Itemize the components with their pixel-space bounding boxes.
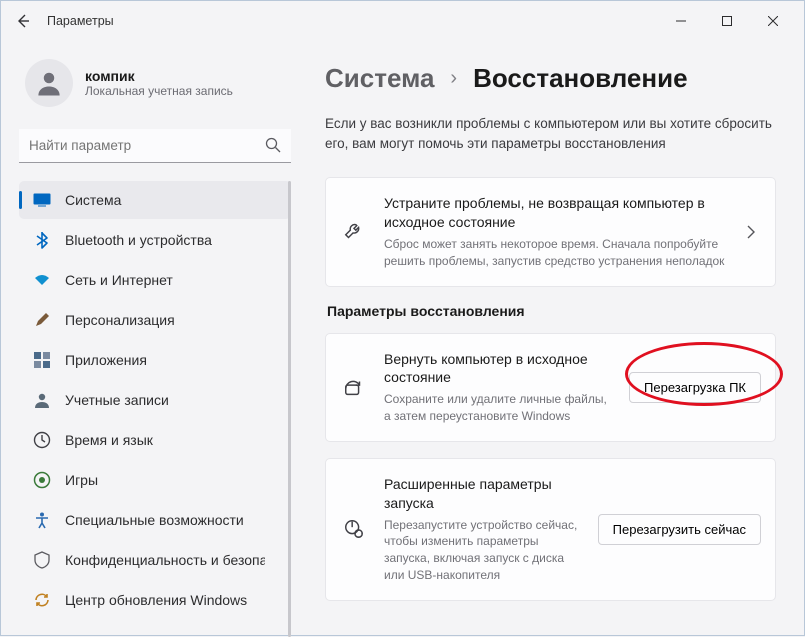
update-icon	[33, 591, 51, 609]
nav-label: Сеть и Интернет	[65, 272, 173, 288]
breadcrumb: Система › Восстановление	[325, 63, 776, 94]
sidebar: компик Локальная учетная запись Система …	[1, 41, 301, 637]
close-button[interactable]	[750, 5, 796, 37]
nav-list: Система Bluetooth и устройства Сеть и Ин…	[19, 181, 291, 619]
main-content: Система › Восстановление Если у вас возн…	[301, 41, 804, 637]
chevron-right-icon	[741, 225, 761, 239]
brush-icon	[33, 311, 51, 329]
search-box[interactable]	[19, 129, 291, 163]
display-icon	[33, 191, 51, 209]
nav-label: Система	[65, 192, 121, 208]
power-gear-icon	[340, 518, 368, 540]
window-title: Параметры	[47, 14, 114, 28]
search-input[interactable]	[19, 129, 291, 163]
sidebar-scrollbar[interactable]	[288, 181, 291, 637]
nav-label: Игры	[65, 472, 98, 488]
shield-icon	[33, 551, 51, 569]
account-type: Локальная учетная запись	[85, 84, 233, 98]
breadcrumb-parent[interactable]: Система	[325, 63, 434, 94]
avatar	[25, 59, 73, 107]
nav-label: Время и язык	[65, 432, 153, 448]
advanced-startup-card: Расширенные параметры запуска Перезапуст…	[325, 458, 776, 601]
nav-item-bluetooth[interactable]: Bluetooth и устройства	[19, 221, 291, 259]
apps-icon	[33, 351, 51, 369]
nav-label: Приложения	[65, 352, 147, 368]
advanced-sub: Перезапустите устройство сейчас, чтобы и…	[384, 517, 582, 584]
page-title: Восстановление	[473, 63, 687, 94]
wifi-icon	[33, 271, 51, 289]
advanced-title: Расширенные параметры запуска	[384, 475, 582, 513]
reset-title: Вернуть компьютер в исходное состояние	[384, 350, 613, 388]
nav-label: Специальные возможности	[65, 512, 244, 528]
person-icon	[34, 68, 64, 98]
back-button[interactable]	[9, 7, 37, 35]
clock-icon	[33, 431, 51, 449]
gaming-icon	[33, 471, 51, 489]
wrench-icon	[340, 221, 368, 243]
minimize-button[interactable]	[658, 5, 704, 37]
nav-item-windows-update[interactable]: Центр обновления Windows	[19, 581, 291, 619]
nav-label: Bluetooth и устройства	[65, 232, 212, 248]
intro-text: Если у вас возникли проблемы с компьютер…	[325, 114, 776, 153]
troubleshoot-card[interactable]: Устраните проблемы, не возвращая компьют…	[325, 177, 776, 286]
accounts-icon	[33, 391, 51, 409]
bluetooth-icon	[33, 231, 51, 249]
nav-item-accessibility[interactable]: Специальные возможности	[19, 501, 291, 539]
reset-pc-card: Вернуть компьютер в исходное состояние С…	[325, 333, 776, 442]
nav-item-accounts[interactable]: Учетные записи	[19, 381, 291, 419]
close-icon	[768, 16, 778, 26]
accessibility-icon	[33, 511, 51, 529]
nav-label: Центр обновления Windows	[65, 592, 247, 608]
troubleshoot-sub: Сброс может занять некоторое время. Снач…	[384, 236, 725, 270]
reset-pc-button[interactable]: Перезагрузка ПК	[629, 372, 761, 403]
maximize-icon	[722, 16, 732, 26]
nav-item-apps[interactable]: Приложения	[19, 341, 291, 379]
restart-now-button[interactable]: Перезагрузить сейчас	[598, 514, 761, 545]
titlebar: Параметры	[1, 1, 804, 41]
nav-item-system[interactable]: Система	[19, 181, 291, 219]
troubleshoot-title: Устраните проблемы, не возвращая компьют…	[384, 194, 725, 232]
account-block[interactable]: компик Локальная учетная запись	[19, 59, 291, 107]
nav-item-privacy[interactable]: Конфиденциальность и безопасность	[19, 541, 291, 579]
search-icon	[265, 137, 281, 158]
nav-item-time-language[interactable]: Время и язык	[19, 421, 291, 459]
nav-label: Учетные записи	[65, 392, 169, 408]
nav-label: Персонализация	[65, 312, 175, 328]
minimize-icon	[676, 16, 686, 26]
reset-sub: Сохраните или удалите личные файлы, а за…	[384, 391, 613, 425]
nav-item-gaming[interactable]: Игры	[19, 461, 291, 499]
nav-item-network[interactable]: Сеть и Интернет	[19, 261, 291, 299]
arrow-left-icon	[15, 13, 31, 29]
account-name: компик	[85, 68, 233, 84]
reset-icon	[340, 376, 368, 398]
chevron-right-icon: ›	[450, 67, 457, 90]
maximize-button[interactable]	[704, 5, 750, 37]
recovery-options-label: Параметры восстановления	[327, 303, 776, 319]
nav-item-personalization[interactable]: Персонализация	[19, 301, 291, 339]
nav-label: Конфиденциальность и безопасность	[65, 552, 265, 568]
